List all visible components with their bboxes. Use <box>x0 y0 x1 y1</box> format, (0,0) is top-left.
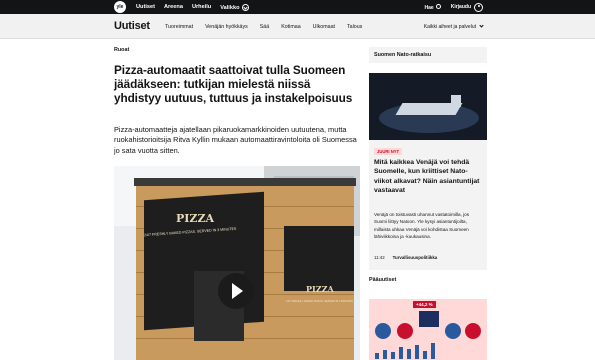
section-nav: Uutiset Tuoreimmat Venäjän hyökkäys Sää … <box>0 14 595 39</box>
live-badge: JUURI NYT <box>374 148 403 155</box>
play-video-button[interactable] <box>218 273 254 309</box>
image-bubble <box>375 323 391 339</box>
menu-button[interactable]: Valikko <box>220 3 249 11</box>
image-bar <box>375 353 379 359</box>
top-nav-uutiset[interactable]: Uutiset <box>136 4 155 10</box>
tab-saa[interactable]: Sää <box>260 24 269 30</box>
article-kicker[interactable]: Ruoat <box>114 47 129 53</box>
section-tabs: Tuoreimmat Venäjän hyökkäys Sää Kotimaa … <box>165 14 362 39</box>
sidebar-story-image[interactable] <box>369 73 487 140</box>
image-cup <box>419 311 439 327</box>
image-pizza-sign-side: PIZZA <box>306 284 334 294</box>
image-bar <box>415 345 419 359</box>
top-nav-urheilu[interactable]: Urheilu <box>192 4 211 10</box>
sidebar-story-title[interactable]: Mitä kaikkea Venäjä voi tehdä Suomelle, … <box>374 158 482 196</box>
top-bar: yle Uutiset Areena Urheilu Valikko Hae K… <box>0 0 595 14</box>
image-bubble <box>465 323 481 339</box>
article-hero-image[interactable]: PIZZA 24/7 FRESHLY BAKED PIZZAS. SERVED … <box>114 166 360 360</box>
image-bar <box>407 349 411 359</box>
sidebar-story-meta: 11:42 Turvallisuuspolitiikka <box>374 255 437 260</box>
image-bar <box>383 350 387 359</box>
tab-talous[interactable]: Talous <box>347 24 362 30</box>
image-stripe-text-side: 24/7 FRESHLY BAKED PIZZAS. SERVED IN 3 M… <box>286 300 353 303</box>
top-nav-areena[interactable]: Areena <box>164 4 183 10</box>
search-button[interactable]: Hae <box>425 3 441 11</box>
image-bar <box>399 347 403 359</box>
login-button[interactable]: Kirjaudu <box>451 2 483 12</box>
percent-chip: +44,2 % <box>413 301 436 308</box>
chevron-down-icon <box>241 3 249 11</box>
tab-kotimaa[interactable]: Kotimaa <box>281 24 300 30</box>
image-bar <box>423 351 427 359</box>
image-booth-roof <box>134 178 356 186</box>
image-plank <box>136 338 354 339</box>
uutiset-brand[interactable]: Uutiset <box>114 20 150 32</box>
tab-venajan-hyokkays[interactable]: Venäjän hyökkäys <box>205 24 248 30</box>
main-news-image[interactable]: +44,2 % <box>369 299 487 360</box>
search-icon <box>435 3 441 9</box>
image-jet-tail <box>451 95 461 107</box>
sidebar-story-summary: Venäjä on toistuvasti uhannut vastatoimi… <box>374 212 469 240</box>
image-bubble <box>445 323 461 339</box>
sidebar-section-title[interactable]: Suomen Nato-ratkaisu <box>369 47 487 63</box>
image-bars <box>375 341 481 359</box>
all-topics-button[interactable]: Kaikki aiheet ja palvelut <box>424 14 484 39</box>
chevron-down-icon <box>479 23 484 28</box>
article-headline: Pizza-automaatit saattoivat tulla Suomee… <box>114 63 353 105</box>
image-bar <box>431 343 435 359</box>
image-pizza-sign: PIZZA <box>176 212 215 225</box>
image-bubble <box>397 323 413 339</box>
yle-logo[interactable]: yle <box>114 1 126 13</box>
tab-ulkomaat[interactable]: Ulkomaat <box>313 24 335 30</box>
tab-tuoreimmat[interactable]: Tuoreimmat <box>165 24 193 30</box>
image-side-panel <box>284 226 354 291</box>
sidebar-story-time: 11:42 <box>374 255 385 260</box>
sidebar-story-tag[interactable]: Turvallisuuspolitiikka <box>393 255 438 260</box>
image-bar <box>391 352 395 359</box>
main-news-title[interactable]: Pääuutiset <box>369 277 396 283</box>
top-nav: Uutiset Areena Urheilu Valikko <box>136 0 249 14</box>
article-lead: Pizza-automaatteja ajatellaan pikaruokam… <box>114 125 357 155</box>
user-icon <box>474 2 483 12</box>
top-actions: Hae Kirjaudu <box>425 0 483 14</box>
